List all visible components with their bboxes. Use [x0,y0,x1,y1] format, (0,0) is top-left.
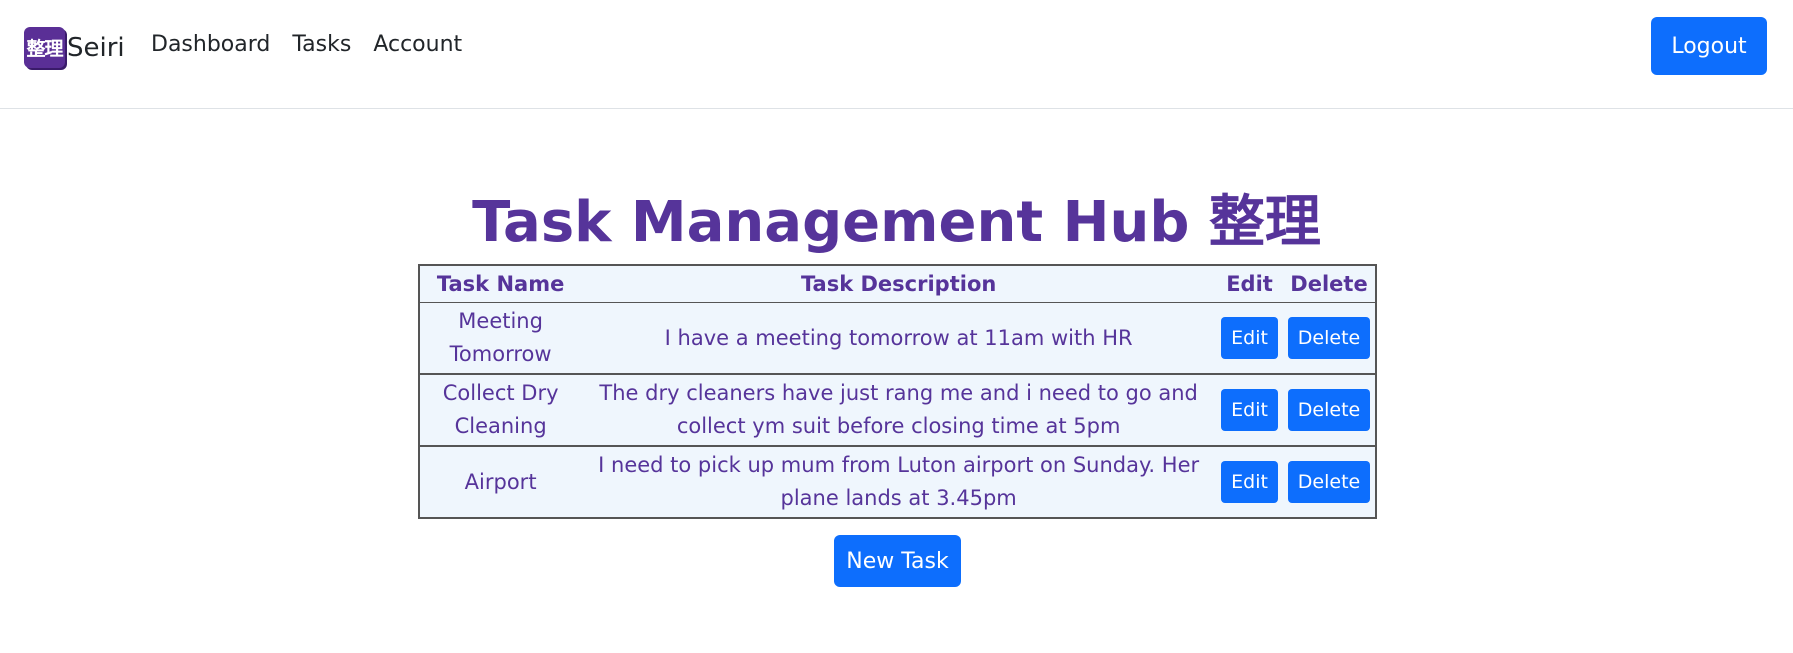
table-row: Meeting Tomorrow I have a meeting tomorr… [419,302,1376,375]
nav-link-account[interactable]: Account [373,32,462,57]
header-task-name: Task Name [419,265,582,303]
new-task-button[interactable]: New Task [834,535,961,587]
table-row: Airport I need to pick up mum from Luton… [419,446,1376,519]
delete-cell: Delete [1283,302,1376,375]
task-name-cell: Airport [419,446,582,519]
edit-button[interactable]: Edit [1221,461,1278,503]
header-task-description: Task Description [581,265,1217,303]
table-row: Collect Dry Cleaning The dry cleaners ha… [419,374,1376,447]
delete-cell: Delete [1283,374,1376,447]
task-description-cell: I have a meeting tomorrow at 11am with H… [581,302,1217,375]
delete-button[interactable]: Delete [1287,461,1371,503]
brand-link[interactable]: 整理 Seiri [24,27,125,68]
logout-button[interactable]: Logout [1651,17,1767,75]
edit-button[interactable]: Edit [1221,389,1278,431]
edit-cell: Edit [1216,302,1283,375]
task-name-cell: Meeting Tomorrow [419,302,582,375]
delete-button[interactable]: Delete [1287,317,1371,359]
task-description-cell: The dry cleaners have just rang me and i… [581,374,1217,447]
header-delete: Delete [1283,265,1376,303]
nav-link-tasks[interactable]: Tasks [292,32,351,57]
header-edit: Edit [1216,265,1283,303]
brand-name: Seiri [67,32,125,63]
nav-links: Dashboard Tasks Account [151,32,462,57]
edit-button[interactable]: Edit [1221,317,1278,359]
delete-cell: Delete [1283,446,1376,519]
task-description-cell: I need to pick up mum from Luton airport… [581,446,1217,519]
page-title: Task Management Hub 整理 [472,190,1321,255]
nav-link-dashboard[interactable]: Dashboard [151,32,270,57]
tasks-table: Task Name Task Description Edit Delete M… [418,264,1377,519]
task-name-cell: Collect Dry Cleaning [419,374,582,447]
delete-button[interactable]: Delete [1287,389,1371,431]
navbar: 整理 Seiri Dashboard Tasks Account Logout [0,0,1793,109]
edit-cell: Edit [1216,446,1283,519]
edit-cell: Edit [1216,374,1283,447]
table-header-row: Task Name Task Description Edit Delete [419,265,1376,303]
brand-logo-icon: 整理 [24,27,65,68]
